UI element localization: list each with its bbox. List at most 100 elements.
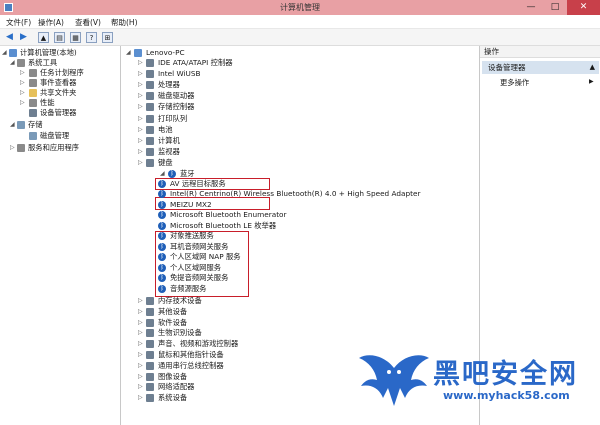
expand-arrow-icon[interactable]: ▷ — [20, 88, 25, 98]
row-label: Microsoft Bluetooth Enumerator — [170, 210, 287, 220]
close-button[interactable]: ✕ — [567, 0, 600, 15]
properties-icon[interactable]: ▦ — [70, 32, 81, 43]
device-category-icon — [146, 297, 154, 305]
window-title: 计算机管理 — [280, 3, 320, 12]
watermark-url: www.myhack58.com — [443, 389, 570, 402]
event-log-icon — [29, 79, 37, 87]
disk-icon — [29, 132, 37, 140]
expand-arrow-icon[interactable]: ▷ — [138, 361, 143, 371]
bluetooth-icon: ᛒ — [158, 263, 166, 272]
row-label: 监视器 — [158, 146, 180, 156]
device-category-icon — [146, 70, 154, 79]
performance-icon — [29, 99, 37, 107]
row-label: AV 远程目标服务 — [170, 179, 226, 188]
row-label: 网络适配器 — [158, 382, 195, 392]
expand-arrow-icon[interactable]: ▷ — [138, 318, 143, 328]
services-icon — [17, 144, 25, 152]
show-hide-tree-icon[interactable]: ▤ — [54, 32, 65, 43]
computer-icon — [134, 49, 142, 57]
menu-file[interactable]: 文件(F) — [6, 17, 31, 28]
expand-arrow-icon[interactable]: ▷ — [138, 136, 143, 146]
expand-arrow-icon[interactable]: ▷ — [138, 307, 143, 317]
bluetooth-icon: ᛒ — [158, 200, 166, 209]
scan-hardware-icon[interactable]: ⊞ — [102, 32, 113, 43]
submenu-arrow-icon: ▶ — [589, 78, 594, 85]
expand-arrow-icon[interactable]: ▷ — [138, 125, 143, 135]
expand-arrow-icon[interactable]: ▷ — [138, 147, 143, 157]
expand-arrow-icon[interactable]: ▷ — [138, 372, 143, 382]
row-label: 个人区域网服务 — [170, 262, 222, 272]
toolbar: ◀ ▶ ▲ ▤ ▦ ? ⊞ — [0, 29, 600, 46]
expand-arrow-icon[interactable]: ▷ — [138, 80, 143, 90]
expand-arrow-icon[interactable]: ▷ — [10, 143, 15, 153]
menu-bar: 文件(F) 操作(A) 查看(V) 帮助(H) — [0, 15, 600, 29]
tree-item-label: 存储 — [28, 120, 43, 129]
minimize-button[interactable]: — — [519, 0, 543, 15]
row-label: 打印队列 — [158, 113, 188, 123]
forward-arrow-icon[interactable]: ▶ — [18, 32, 29, 43]
root-label: Lenovo-PC — [146, 48, 185, 57]
expand-arrow-icon[interactable]: ◢ — [10, 58, 15, 68]
collapse-triangle-icon[interactable]: ▲ — [590, 61, 595, 74]
actions-device-manager[interactable]: 设备管理器 ▲ — [482, 61, 599, 74]
row-label: 存储控制器 — [158, 102, 195, 112]
tree-item-label: 服务和应用程序 — [28, 143, 80, 152]
menu-help[interactable]: 帮助(H) — [111, 17, 138, 28]
row-label: MEIZU MX2 — [170, 199, 212, 209]
device-category-icon — [146, 147, 154, 156]
expand-arrow-icon[interactable]: ▷ — [138, 158, 143, 168]
row-label: 耳机音频网关服务 — [170, 241, 229, 251]
row-label: 通用串行总线控制器 — [158, 360, 224, 370]
bat-logo-icon — [359, 355, 429, 406]
expand-arrow-icon[interactable]: ▷ — [138, 393, 143, 403]
row-label: 磁盘驱动器 — [158, 91, 195, 101]
menu-action[interactable]: 操作(A) — [38, 17, 64, 28]
device-category-icon — [146, 318, 154, 327]
row-label: 音频源服务 — [170, 283, 207, 293]
expand-arrow-icon[interactable]: ▷ — [138, 296, 143, 306]
console-tree: ◢ 计算机管理(本地) ◢ 系统工具 ▷ 任务计划程序 ▷ 事件查看器 ▷ 共享… — [0, 46, 121, 425]
folder-icon — [29, 89, 37, 97]
expand-arrow-icon[interactable]: ▷ — [138, 58, 143, 68]
row-label: 电池 — [158, 124, 173, 134]
expand-arrow-icon[interactable]: ◢ — [10, 120, 15, 130]
clock-icon — [29, 69, 37, 77]
device-category-icon — [146, 158, 154, 167]
tools-icon — [17, 59, 25, 67]
menu-view[interactable]: 查看(V) — [75, 17, 101, 28]
device-category-icon — [146, 394, 154, 403]
expand-arrow-icon[interactable]: ▷ — [138, 339, 143, 349]
bluetooth-icon: ᛒ — [158, 284, 166, 293]
device-manager-icon — [29, 109, 37, 117]
computer-icon — [9, 49, 17, 57]
more-actions-link[interactable]: 更多操作 — [500, 78, 529, 88]
bluetooth-icon: ᛒ — [158, 221, 166, 230]
device-category-icon — [146, 361, 154, 370]
expand-arrow-icon[interactable]: ▷ — [20, 68, 25, 78]
expand-arrow-icon[interactable]: ▷ — [138, 350, 143, 360]
expand-arrow-icon[interactable]: ▷ — [138, 328, 143, 338]
row-label: Microsoft Bluetooth LE 枚举器 — [170, 220, 277, 230]
tree-item-label: 任务计划程序 — [40, 68, 84, 77]
watermark-name: 黑吧安全网 — [433, 359, 578, 390]
device-category-icon — [146, 114, 154, 123]
expand-arrow-icon[interactable]: ▷ — [138, 91, 143, 101]
device-category-icon — [146, 103, 154, 112]
device-category-icon — [146, 59, 154, 67]
expand-arrow-icon[interactable]: ▷ — [138, 382, 143, 392]
help-icon[interactable]: ? — [86, 32, 97, 43]
expand-arrow-icon[interactable]: ▷ — [20, 78, 25, 88]
back-arrow-icon[interactable]: ◀ — [4, 32, 15, 43]
maximize-button[interactable]: □ — [543, 0, 567, 15]
device-category-icon — [146, 329, 154, 338]
expand-arrow-icon[interactable]: ▷ — [138, 114, 143, 124]
expand-arrow-icon[interactable]: ▷ — [20, 98, 25, 108]
expand-arrow-icon[interactable]: ▷ — [138, 102, 143, 112]
device-category-icon — [146, 372, 154, 381]
row-label: 键盘 — [158, 157, 173, 167]
up-folder-icon[interactable]: ▲ — [38, 32, 49, 43]
row-label: 鼠标和其他指针设备 — [158, 350, 224, 359]
row-label: Intel WiUSB — [158, 69, 201, 79]
expand-arrow-icon[interactable]: ◢ — [2, 48, 7, 58]
expand-arrow-icon[interactable]: ▷ — [138, 69, 143, 79]
